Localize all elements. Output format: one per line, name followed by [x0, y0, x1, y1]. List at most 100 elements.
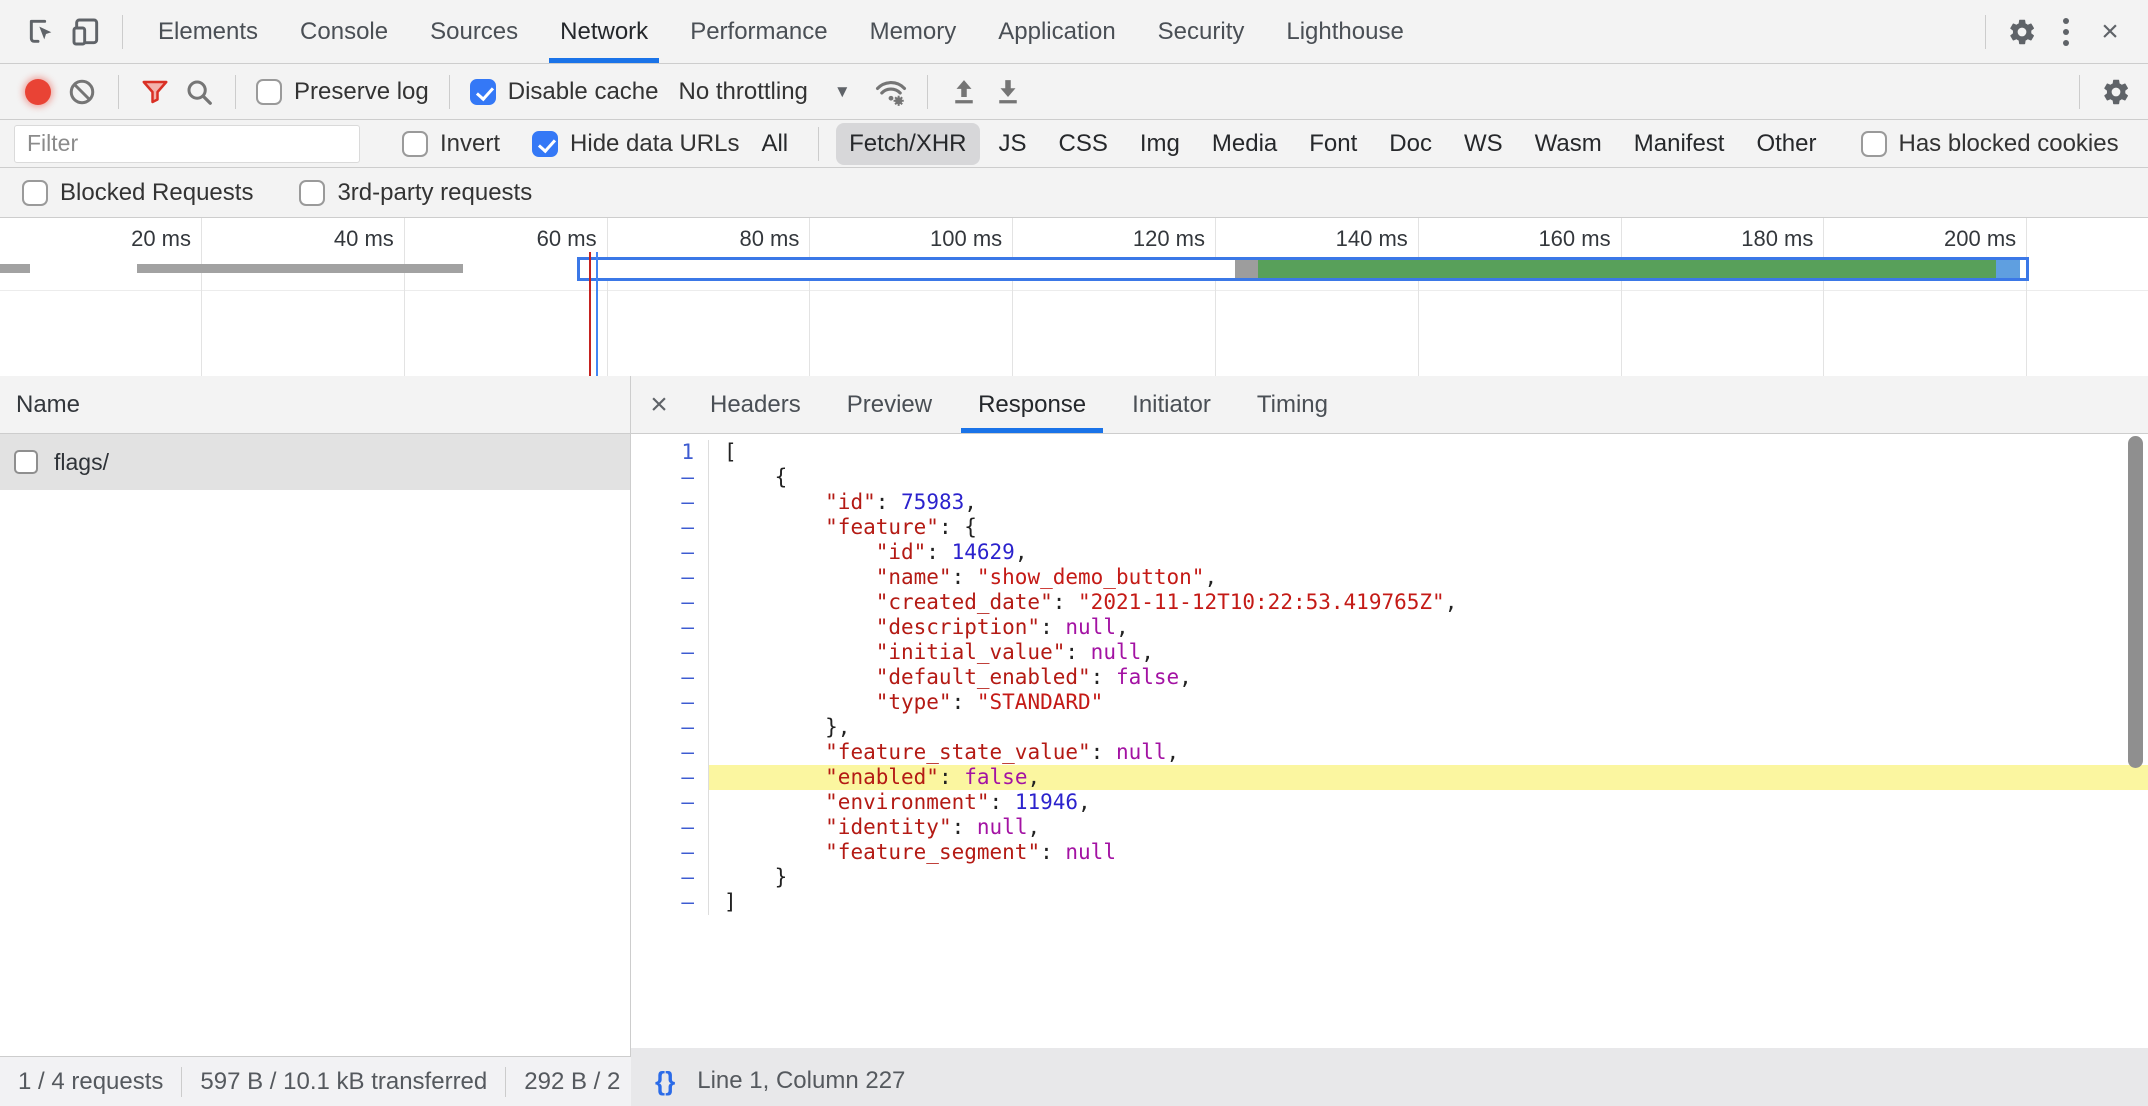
network-conditions-icon[interactable]	[869, 70, 913, 114]
request-name: flags/	[54, 449, 109, 476]
resource-type-filters: All Fetch/XHRJSCSSImgMediaFontDocWSWasmMa…	[745, 123, 1832, 165]
tab-console[interactable]: Console	[279, 0, 409, 63]
settings-icon[interactable]	[2000, 10, 2044, 54]
filter-type-doc[interactable]: Doc	[1376, 123, 1445, 165]
third-party-requests-checkbox[interactable]	[299, 180, 325, 206]
code-text: "description": null,	[709, 615, 2148, 640]
hide-data-urls-option[interactable]: Hide data URLs	[532, 130, 739, 158]
line-number-gutter: –	[631, 840, 709, 865]
filter-type-other[interactable]: Other	[1743, 123, 1829, 165]
tab-network[interactable]: Network	[539, 0, 669, 63]
request-details-tabs: × HeadersPreviewResponseInitiatorTiming	[631, 376, 2148, 433]
code-text: "created_date": "2021-11-12T10:22:53.419…	[709, 590, 2148, 615]
line-number-gutter: –	[631, 815, 709, 840]
details-tab-timing[interactable]: Timing	[1234, 376, 1351, 433]
code-text: "environment": 11946,	[709, 790, 2148, 815]
tab-elements[interactable]: Elements	[137, 0, 279, 63]
filter-icon[interactable]	[133, 70, 177, 114]
preserve-log-checkbox[interactable]	[256, 79, 282, 105]
blocked-requests-option[interactable]: Blocked Requests	[22, 179, 253, 207]
divider	[235, 75, 236, 109]
close-details-icon[interactable]: ×	[631, 376, 687, 433]
filter-type-manifest[interactable]: Manifest	[1621, 123, 1738, 165]
timeline-gridline	[809, 218, 810, 376]
tab-sources[interactable]: Sources	[409, 0, 539, 63]
disable-cache-option[interactable]: Disable cache	[470, 78, 659, 106]
line-number-gutter: –	[631, 690, 709, 715]
blocked-requests-label: Blocked Requests	[60, 179, 253, 207]
export-har-icon[interactable]	[986, 70, 1030, 114]
import-har-icon[interactable]	[942, 70, 986, 114]
details-tab-headers[interactable]: Headers	[687, 376, 824, 433]
timeline-gridline	[1418, 218, 1419, 376]
record-network-log-button[interactable]	[16, 70, 60, 114]
invert-checkbox[interactable]	[402, 131, 428, 157]
code-line: – "name": "show_demo_button",	[631, 565, 2148, 590]
timeline-gridline	[607, 218, 608, 376]
device-toolbar-icon[interactable]	[64, 10, 108, 54]
invert-label: Invert	[440, 130, 500, 158]
tab-memory[interactable]: Memory	[849, 0, 978, 63]
more-options-icon[interactable]	[2044, 10, 2088, 54]
filter-type-js[interactable]: JS	[986, 123, 1040, 165]
network-overview-timeline[interactable]: 20 ms40 ms60 ms80 ms100 ms120 ms140 ms16…	[0, 218, 2148, 376]
selected-request-waterfall-bar	[577, 257, 2029, 281]
timeline-tick-label: 200 ms	[1876, 226, 2016, 252]
has-blocked-cookies-option[interactable]: Has blocked cookies	[1861, 130, 2119, 158]
filter-type-media[interactable]: Media	[1199, 123, 1290, 165]
clear-network-log-icon[interactable]	[60, 70, 104, 114]
blocked-requests-checkbox[interactable]	[22, 180, 48, 206]
request-row-checkbox[interactable]	[14, 450, 38, 474]
code-text: "type": "STANDARD"	[709, 690, 2148, 715]
tab-security[interactable]: Security	[1137, 0, 1266, 63]
hide-data-urls-checkbox[interactable]	[532, 131, 558, 157]
filter-type-wasm[interactable]: Wasm	[1522, 123, 1615, 165]
code-text: [	[709, 440, 2148, 465]
tab-lighthouse[interactable]: Lighthouse	[1265, 0, 1424, 63]
filter-type-img[interactable]: Img	[1127, 123, 1193, 165]
request-row-flags[interactable]: flags/	[0, 434, 630, 490]
filter-type-font[interactable]: Font	[1296, 123, 1370, 165]
filter-type-css[interactable]: CSS	[1046, 123, 1121, 165]
line-number-gutter: –	[631, 890, 709, 915]
response-body-panel[interactable]: 1[– {– "id": 75983,– "feature": {– "id":…	[631, 434, 2148, 1056]
line-number-gutter: –	[631, 665, 709, 690]
network-settings-icon[interactable]	[2094, 70, 2138, 114]
throttling-dropdown[interactable]: No throttling ▼	[678, 78, 850, 106]
divider	[2079, 75, 2080, 109]
cursor-position-label: Line 1, Column 227	[697, 1067, 905, 1095]
disable-cache-checkbox[interactable]	[470, 79, 496, 105]
tab-performance[interactable]: Performance	[669, 0, 848, 63]
filter-input[interactable]	[14, 125, 360, 163]
vertical-scrollbar[interactable]	[2128, 436, 2143, 768]
divider	[122, 15, 123, 49]
waterfall-segment-content-green	[1258, 260, 1996, 278]
line-number-gutter: –	[631, 615, 709, 640]
code-line: –]	[631, 890, 2148, 915]
line-number-gutter: –	[631, 565, 709, 590]
details-tab-initiator[interactable]: Initiator	[1109, 376, 1234, 433]
filter-type-all[interactable]: All	[748, 123, 801, 165]
has-blocked-cookies-checkbox[interactable]	[1861, 131, 1887, 157]
filter-type-ws[interactable]: WS	[1451, 123, 1516, 165]
line-number-gutter: –	[631, 740, 709, 765]
timeline-tick-label: 40 ms	[254, 226, 394, 252]
tab-application[interactable]: Application	[977, 0, 1136, 63]
timeline-tick-label: 80 ms	[659, 226, 799, 252]
preserve-log-option[interactable]: Preserve log	[256, 78, 429, 106]
details-tab-response[interactable]: Response	[955, 376, 1109, 433]
close-devtools-icon[interactable]: ×	[2088, 10, 2132, 54]
inspect-element-icon[interactable]	[20, 10, 64, 54]
filter-type-fetch-xhr[interactable]: Fetch/XHR	[836, 123, 979, 165]
name-column-header[interactable]: Name	[0, 376, 631, 433]
search-icon[interactable]	[177, 70, 221, 114]
code-line: – "default_enabled": false,	[631, 665, 2148, 690]
invert-option[interactable]: Invert	[402, 130, 500, 158]
timeline-gridline	[1012, 218, 1013, 376]
pretty-print-icon[interactable]: {}	[655, 1066, 675, 1097]
code-text: "default_enabled": false,	[709, 665, 2148, 690]
third-party-requests-option[interactable]: 3rd-party requests	[299, 179, 532, 207]
main-tab-bar: ElementsConsoleSourcesNetworkPerformance…	[0, 0, 2148, 64]
details-tab-preview[interactable]: Preview	[824, 376, 955, 433]
name-column-label: Name	[16, 391, 80, 419]
